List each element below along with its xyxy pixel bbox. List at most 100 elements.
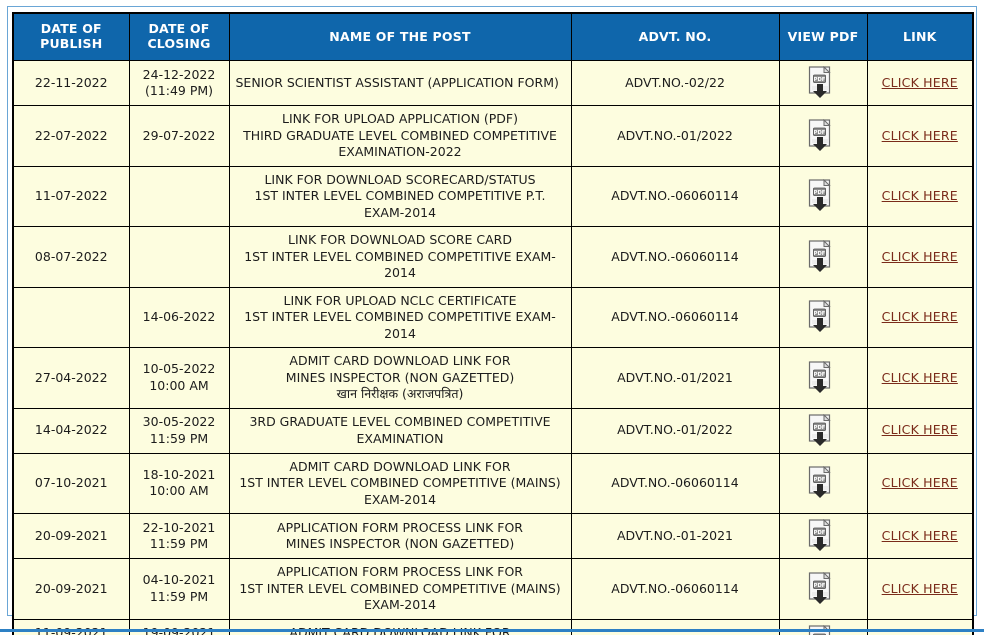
cell-date-of-publish-line: 08-07-2022 [34,248,108,264]
column-header-view-pdf: VIEW PDF [778,12,868,61]
cell-name-of-the-post: ADMIT CARD DOWNLOAD LINK FOR 1ST INTER LE… [228,452,572,514]
cell-date-of-publish: 22-11-2022 [12,60,130,106]
cell-link[interactable]: CLICK HERE [866,165,974,227]
table-body: 22-11-2022 24-12-2022 (11:49 PM) SENIOR SCI… [12,60,974,635]
cell-date-of-closing-line: 10:00 AM [149,377,209,393]
pdf-download-icon[interactable]: PDF [808,66,838,98]
cell-name-of-the-post: SENIOR SCIENTIST ASSISTANT (APPLICATION … [228,60,572,106]
cell-view-pdf[interactable]: PDF [778,513,868,559]
cell-name-of-the-post-line: EXAMINATION [356,430,444,446]
cell-link[interactable]: CLICK HERE [866,618,974,635]
cell-advt-no-line: ADVT.NO.-01/2022 [617,422,733,438]
table-header-row: DATE OF PUBLISH DATE OF CLOSING NAME OF … [12,12,974,61]
click-here-link[interactable]: CLICK HERE [882,581,958,596]
bottom-accent-rule [0,629,984,632]
pdf-download-icon[interactable]: PDF [808,179,838,212]
cell-date-of-publish: 07-10-2021 [12,452,130,514]
click-here-link[interactable]: CLICK HERE [882,309,958,324]
cell-date-of-closing: 04-10-2021 11:59 PM [128,558,230,620]
click-here-link[interactable]: CLICK HERE [882,422,958,437]
cell-name-of-the-post-line: 1ST INTER LEVEL COMBINED COMPETITIVE (MA… [239,475,561,490]
cell-name-of-the-post-line: APPLICATION FORM PROCESS LINK FOR [277,519,523,535]
pdf-download-icon[interactable]: PDF [808,118,838,151]
click-here-link[interactable]: CLICK HERE [882,128,958,143]
cell-date-of-publish: 22-07-2022 [12,105,130,167]
cell-link[interactable]: CLICK HERE [866,347,974,409]
header-line-2: PUBLISH [40,36,103,51]
cell-date-of-closing-line: 11:59 PM [149,588,209,604]
svg-text:PDF: PDF [814,372,826,378]
cell-advt-no: ADVT.NO.-06060114 [570,558,780,620]
pdf-download-icon[interactable]: PDF [808,300,838,333]
pdf-download-icon[interactable]: PDF [808,360,838,393]
cell-date-of-publish-line: 27-04-2022 [34,369,108,385]
cell-name-of-the-post-line: LINK FOR DOWNLOAD SCORE CARD [288,232,512,247]
click-here-link[interactable]: CLICK HERE [882,75,958,90]
cell-date-of-closing: 30-05-2022 11:59 PM [128,407,230,454]
cell-link[interactable]: CLICK HERE [866,513,974,559]
cell-date-of-closing-line: 11:59 PM [149,430,209,446]
cell-name-of-the-post: LINK FOR UPLOAD NCLC CERTIFICATE 1ST INTE… [228,286,572,348]
cell-name-of-the-post-line: EXAMINATION-2022 [338,144,462,159]
cell-advt-no-line: ADVT.NO.-06060114 [611,309,739,324]
cell-view-pdf[interactable]: PDF [778,347,868,409]
click-here-link[interactable]: CLICK HERE [882,249,958,264]
cell-name-of-the-post-line: EXAM-2014 [363,597,437,612]
click-here-link[interactable]: CLICK HERE [882,370,958,385]
cell-advt-no-line: ADVT.NO.-06060114 [611,188,739,203]
cell-link[interactable]: CLICK HERE [866,60,974,106]
cell-name-of-the-post-line: SENIOR SCIENTIST ASSISTANT (APPLICATION … [235,74,559,90]
column-header-advt-no: ADVT. NO. [570,12,780,61]
cell-date-of-publish: 27-04-2022 [12,347,130,409]
table-row: 11-09-202106:00 PM19-09-202104:30 PMADMI… [12,618,974,635]
cell-name-of-the-post-line: 3RD GRADUATE LEVEL COMBINED COMPETITIVE [249,414,551,429]
cell-name-of-the-post: 3RD GRADUATE LEVEL COMBINED COMPETITIVE E… [228,407,572,454]
cell-view-pdf[interactable]: PDF [778,60,868,106]
cell-link[interactable]: CLICK HERE [866,105,974,167]
cell-name-of-the-post-line: 1ST INTER LEVEL COMBINED COMPETITIVE EXA… [244,248,556,264]
cell-view-pdf[interactable]: PDF [778,226,868,288]
header-line-2: CLOSING [147,36,211,51]
cell-advt-no: ADVT.NO.-01/2022 [570,105,780,167]
click-here-link[interactable]: CLICK HERE [882,528,958,543]
cell-date-of-closing-line: 10-05-2022 [142,361,216,377]
pdf-download-icon[interactable]: PDF [808,239,838,272]
table-row: 22-11-2022 24-12-2022 (11:49 PM) SENIOR SCI… [12,60,974,106]
header-line-1: DATE OF [40,21,102,37]
cell-advt-no: ADVT.NO.-06060114 [570,286,780,348]
cell-advt-no-line: ADVT.NO.-02/22 [625,74,725,90]
cell-view-pdf[interactable]: PDF [778,452,868,514]
cell-date-of-publish: 14-04-2022 [12,407,130,454]
click-here-link[interactable]: CLICK HERE [882,188,958,203]
pdf-download-icon[interactable]: PDF [808,571,838,604]
cell-name-of-the-post: APPLICATION FORM PROCESS LINK FOR MINES I… [228,513,572,559]
cell-advt-no: ADVT.NO.-01-2021 [570,513,780,559]
pdf-download-icon[interactable]: PDF [808,413,838,446]
cell-name-of-the-post-line: LINK FOR UPLOAD NCLC CERTIFICATE [283,292,517,308]
cell-name-of-the-post-line: APPLICATION FORM PROCESS LINK FOR [277,564,523,579]
cell-link[interactable]: CLICK HERE [866,407,974,454]
cell-name-of-the-post-line: 2014 [384,325,416,341]
svg-text:PDF: PDF [814,477,826,483]
column-header-link: LINK [866,12,974,61]
pdf-download-icon[interactable]: PDF [808,519,838,551]
table-row: 20-09-2021 04-10-2021 11:59 PM APPLICATION … [12,558,974,620]
cell-view-pdf[interactable]: PDF [778,407,868,454]
cell-date-of-publish-line: 20-09-2021 [34,580,108,596]
pdf-download-icon[interactable]: PDF [808,466,838,499]
cell-name-of-the-post-line: LINK FOR UPLOAD APPLICATION (PDF) [281,111,518,126]
cell-link[interactable]: CLICK HERE [866,226,974,288]
cell-date-of-publish-line: 22-07-2022 [34,127,108,143]
svg-text:PDF: PDF [814,190,826,196]
cell-view-pdf[interactable]: PDF [778,105,868,167]
cell-link[interactable]: CLICK HERE [866,558,974,620]
cell-link[interactable]: CLICK HERE [866,452,974,514]
cell-view-pdf[interactable]: PDF [778,286,868,348]
click-here-link[interactable]: CLICK HERE [882,475,958,490]
cell-view-pdf[interactable]: PDF [778,165,868,227]
cell-view-pdf[interactable]: PDF [778,618,868,635]
cell-date-of-closing: 14-06-2022 [128,286,230,348]
cell-view-pdf[interactable]: PDF [778,558,868,620]
cell-name-of-the-post-line: 1ST INTER LEVEL COMBINED COMPETITIVE P.T… [254,188,546,203]
cell-link[interactable]: CLICK HERE [866,286,974,348]
